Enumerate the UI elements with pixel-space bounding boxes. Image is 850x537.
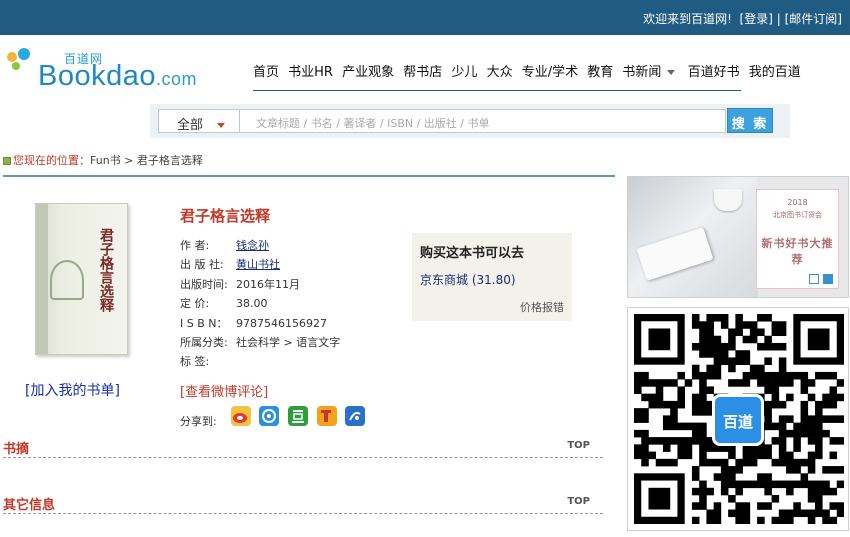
cup-image — [714, 189, 742, 211]
welcome-text: 欢迎来到百道网! — [643, 12, 732, 26]
meta-publisher-row: 出 版 社: 黄山书社 — [180, 255, 340, 274]
tencent-share-icon[interactable] — [345, 406, 365, 426]
tianya-share-icon[interactable] — [317, 406, 337, 426]
login-link[interactable]: [登录] — [740, 12, 773, 26]
page: { "topbar": { "welcome": "欢迎来到百道网!", "lo… — [0, 0, 850, 537]
search-bar: 全部 文章标题 / 书名 / 著译者 / ISBN / 出版社 / 书单 搜 索 — [150, 104, 790, 138]
category-value: 社会科学 > 语言文字 — [236, 336, 341, 350]
nav-news-label: 书新闻 — [622, 65, 662, 80]
breadcrumb-colon: ： — [79, 154, 90, 167]
breadcrumb-path[interactable]: Fun书 > 君子格言选释 — [90, 154, 203, 167]
price-label: 定 价: — [180, 297, 210, 311]
banner-photo — [628, 177, 758, 297]
nav-education[interactable]: 教育 — [587, 65, 613, 80]
nav-hr[interactable]: 书业HR — [288, 65, 333, 80]
banner-headline: 新书好书大推荐 — [761, 237, 834, 266]
excerpt-section-title: 书摘 — [3, 442, 30, 457]
logo-domain: .com — [156, 69, 198, 89]
banner-year: 2018 — [787, 198, 808, 207]
meta-date-row: 出版时间: 2016年11月 — [180, 275, 340, 294]
other-info-top-link[interactable]: TOP — [567, 496, 590, 507]
open-book-image — [636, 227, 714, 281]
author-link[interactable]: 钱念孙 — [236, 239, 269, 252]
category-label: 所属分类: — [180, 336, 228, 350]
banner-app-icon — [823, 274, 833, 284]
nav-divider — [253, 90, 741, 91]
cover-ornament — [50, 260, 84, 300]
breadcrumb-prefix: 您现在的位置 — [13, 154, 79, 167]
nav-popular[interactable]: 大众 — [487, 65, 513, 80]
douban-share-icon[interactable] — [288, 406, 308, 426]
top-bar: 欢迎来到百道网! [登录] | [邮件订阅] — [0, 0, 850, 35]
book-cover[interactable]: 君子格言选释 — [35, 203, 128, 355]
jd-store-price: (31.80) — [471, 273, 516, 287]
qr-center-logo: 百道 — [712, 394, 764, 446]
jd-store-link[interactable]: 京东商城 (31.80) — [420, 271, 516, 288]
isbn-label: I S B N： — [180, 316, 228, 330]
breadcrumb-divider — [3, 175, 615, 177]
share-label: 分享到: — [180, 415, 217, 428]
banner-subtitle: 北京图书订货会 — [773, 211, 822, 219]
banner-logo-icon — [809, 274, 819, 284]
meta-tags-row: 标 签: — [180, 352, 340, 371]
add-to-booklist-link[interactable]: [加入我的书单] — [25, 380, 120, 400]
weibo-comments-link[interactable]: [查看微博评论] — [180, 381, 268, 400]
nav-academic[interactable]: 专业/学术 — [522, 65, 578, 80]
date-label: 出版时间: — [180, 277, 228, 291]
publisher-label: 出 版 社: — [180, 258, 224, 272]
excerpt-section-header: 书摘 TOP — [3, 438, 603, 458]
search-input[interactable]: 文章标题 / 书名 / 著译者 / ISBN / 出版社 / 书单 — [240, 109, 726, 133]
nav-children[interactable]: 少儿 — [451, 65, 477, 80]
buy-box: 购买这本书可以去 京东商城 (31.80) 价格报错 — [412, 233, 572, 321]
tags-label: 标 签: — [180, 355, 210, 369]
meta-author-row: 作 者: 钱念孙 — [180, 236, 340, 255]
logo-brand: Bookdao — [38, 60, 156, 92]
nav-bookstore[interactable]: 帮书店 — [403, 65, 442, 80]
meta-price-row: 定 价: 38.00 — [180, 294, 340, 313]
location-icon — [3, 157, 11, 165]
book-title: 君子格言选释 — [180, 207, 271, 225]
date-value: 2016年11月 — [236, 277, 300, 291]
price-value: 38.00 — [236, 297, 268, 311]
publisher-link[interactable]: 黄山书社 — [236, 258, 280, 271]
weibo-share-icon[interactable] — [231, 406, 251, 426]
search-button[interactable]: 搜 索 — [727, 108, 773, 133]
other-info-section-header: 其它信息 TOP — [3, 494, 603, 514]
nav-home[interactable]: 首页 — [253, 65, 279, 80]
author-label: 作 者: — [180, 239, 210, 252]
search-placeholder: 文章标题 / 书名 / 著译者 / ISBN / 出版社 / 书单 — [256, 117, 490, 130]
mail-subscribe-link[interactable]: [邮件订阅] — [785, 12, 842, 26]
other-info-section-title: 其它信息 — [3, 498, 56, 513]
buy-heading: 购买这本书可以去 — [420, 246, 525, 261]
top-bar-links: 欢迎来到百道网! [登录] | [邮件订阅] — [643, 10, 842, 27]
banner-card: 2018 北京图书订货会 新书好书大推荐 — [756, 189, 839, 289]
logo-en-text: Bookdao.com — [38, 60, 197, 93]
cover-title: 君子格言选释 — [98, 228, 114, 312]
cover-spine — [36, 204, 48, 354]
dropdown-arrow-icon — [217, 123, 226, 128]
qr-code: 百道 — [627, 307, 849, 531]
book-fair-banner[interactable]: 2018 北京图书订货会 新书好书大推荐 — [627, 176, 849, 298]
qzone-share-icon[interactable] — [259, 406, 279, 426]
nav-good-books[interactable]: 百道好书 — [688, 65, 740, 80]
chevron-down-icon — [667, 70, 676, 75]
meta-isbn-row: I S B N： 9787546156927 — [180, 314, 340, 333]
price-error-link[interactable]: 价格报错 — [520, 299, 564, 315]
separator: | — [776, 12, 781, 26]
main-nav: 首页 书业HR 产业观象 帮书店 少儿 大众 专业/学术 教育 书新闻 百道好书… — [253, 61, 806, 81]
nav-news[interactable]: 书新闻 — [622, 65, 678, 80]
nav-industry[interactable]: 产业观象 — [342, 65, 394, 80]
nav-my-bookdao[interactable]: 我的百道 — [749, 65, 801, 80]
site-logo[interactable]: 百道网 Bookdao.com — [4, 44, 219, 94]
jd-store-name: 京东商城 — [420, 273, 469, 287]
search-category-select[interactable]: 全部 — [158, 109, 240, 133]
breadcrumb: 您现在的位置：Fun书 > 君子格言选释 — [3, 152, 203, 168]
book-meta: 作 者: 钱念孙 出 版 社: 黄山书社 出版时间: 2016年11月 定 价: 38.… — [180, 236, 340, 372]
excerpt-top-link[interactable]: TOP — [567, 440, 590, 451]
meta-category-row: 所属分类: 社会科学 > 语言文字 — [180, 333, 340, 352]
search-category-value: 全部 — [177, 118, 204, 133]
isbn-value: 9787546156927 — [236, 316, 327, 330]
